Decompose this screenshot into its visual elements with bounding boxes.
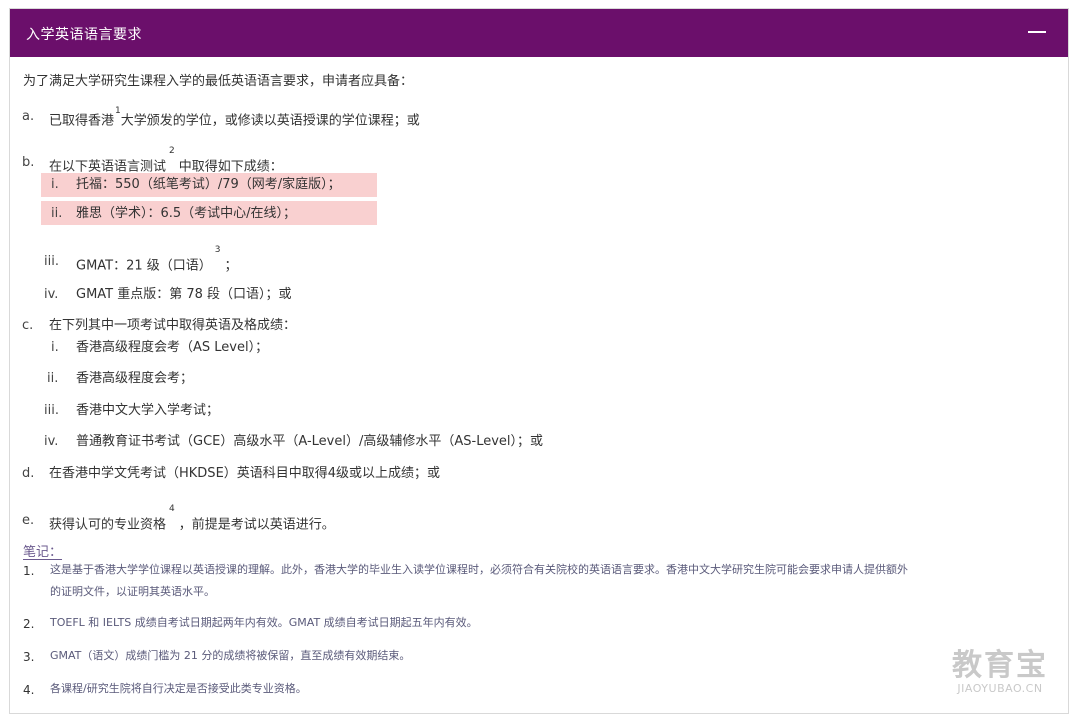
item-e-text: 获得认可的专业资格4，前提是考试以英语进行。 <box>49 504 335 534</box>
note-2-text: TOEFL 和 IELTS 成绩自考试日期起两年内有效。GMAT 成绩自考试日期… <box>50 616 478 629</box>
note-4-text: 各课程/研究生院将自行决定是否接受此类专业资格。 <box>50 682 307 695</box>
footnote-3-ref: 3 <box>214 245 221 255</box>
note-1-text: 这是基于香港大学学位课程以英语授课的理解。此外，香港大学的毕业生入读学位课程时，… <box>50 559 1050 603</box>
item-a-marker: a. <box>22 109 35 124</box>
item-c-iv-marker: iv. <box>44 434 59 449</box>
item-c-ii-marker: ii. <box>47 371 59 386</box>
note-3-text: GMAT（语文）成绩门槛为 21 分的成绩将被保留，直至成绩有效期结束。 <box>50 649 411 662</box>
item-b-iii-marker: iii. <box>44 254 59 269</box>
item-d-marker: d. <box>22 466 35 481</box>
footnote-2-ref: 2 <box>169 146 175 156</box>
item-a-text: 已取得香港1大学颁发的学位，或修读以英语授课的学位课程；或 <box>49 106 420 130</box>
item-c-i-marker: i. <box>51 340 59 355</box>
note-3-number: 3. <box>23 650 35 664</box>
requirements-panel: 入学英语语言要求 为了满足大学研究生课程入学的最低英语语言要求，申请者应具备： … <box>9 8 1069 714</box>
panel-title: 入学英语语言要求 <box>26 27 142 43</box>
item-c-i-text: 香港高级程度会考（AS Level）； <box>76 340 269 355</box>
collapse-icon[interactable] <box>1028 31 1046 33</box>
footnote-4-ref: 4 <box>169 504 175 514</box>
item-b-ii-marker: ii. <box>51 206 63 221</box>
item-a-text-main: 已取得香港 <box>49 113 115 129</box>
item-e-text-main: 获得认可的专业资格 <box>49 517 167 533</box>
item-b-marker: b. <box>22 155 35 170</box>
note-1-line1: 这是基于香港大学学位课程以英语授课的理解。此外，香港大学的毕业生入读学位课程时，… <box>50 563 908 576</box>
item-b-iii-text-after: ； <box>224 258 238 274</box>
item-e-marker: e. <box>22 513 35 528</box>
note-2-number: 2. <box>23 617 35 631</box>
item-c-ii-text: 香港高级程度会考； <box>76 371 194 386</box>
item-b-iv-text: GMAT 重点版：第 78 段（口语）；或 <box>76 287 292 302</box>
item-e-text-after: ，前提是考试以英语进行。 <box>178 517 335 533</box>
item-b-ii-text: 雅思（学术）：6.5（考试中心/在线）； <box>76 206 297 221</box>
watermark-cn: 教育宝 <box>952 648 1048 683</box>
item-b-iv-marker: iv. <box>44 287 59 302</box>
note-1-line2: 的证明文件，以证明其英语水平。 <box>50 585 215 598</box>
note-4-number: 4. <box>23 683 35 697</box>
item-d-text: 在香港中学文凭考试（HKDSE）英语科目中取得4级或以上成绩；或 <box>49 466 441 481</box>
item-c-iv-text: 普通教育证书考试（GCE）高级水平（A-Level）/高级辅修水平（AS-Lev… <box>76 434 544 449</box>
item-c-iii-marker: iii. <box>44 403 59 418</box>
notes-title: 笔记： <box>23 545 63 560</box>
item-b-i-marker: i. <box>51 177 59 192</box>
item-b-i-text: 托福：550（纸笔考试）/79（网考/家庭版）； <box>76 177 341 192</box>
item-c-marker: c. <box>22 318 34 333</box>
note-1-number: 1. <box>23 564 35 578</box>
item-a-text-after: 大学颁发的学位，或修读以英语授课的学位课程；或 <box>120 113 420 129</box>
footnote-1-ref: 1 <box>115 106 121 116</box>
intro-text: 为了满足大学研究生课程入学的最低英语语言要求，申请者应具备： <box>23 74 414 89</box>
watermark-logo: 教育宝 JIAOYUBAO.CN <box>952 648 1048 696</box>
item-c-text: 在下列其中一项考试中取得英语及格成绩： <box>49 318 297 333</box>
item-c-iii-text: 香港中文大学入学考试； <box>76 403 220 418</box>
item-b-iii-text-main: GMAT：21 级（口语） <box>76 258 212 274</box>
item-b-iii-text: GMAT：21 级（口语）3； <box>76 245 238 275</box>
panel-header[interactable]: 入学英语语言要求 <box>10 9 1068 57</box>
watermark-en: JIAOYUBAO.CN <box>957 682 1043 695</box>
